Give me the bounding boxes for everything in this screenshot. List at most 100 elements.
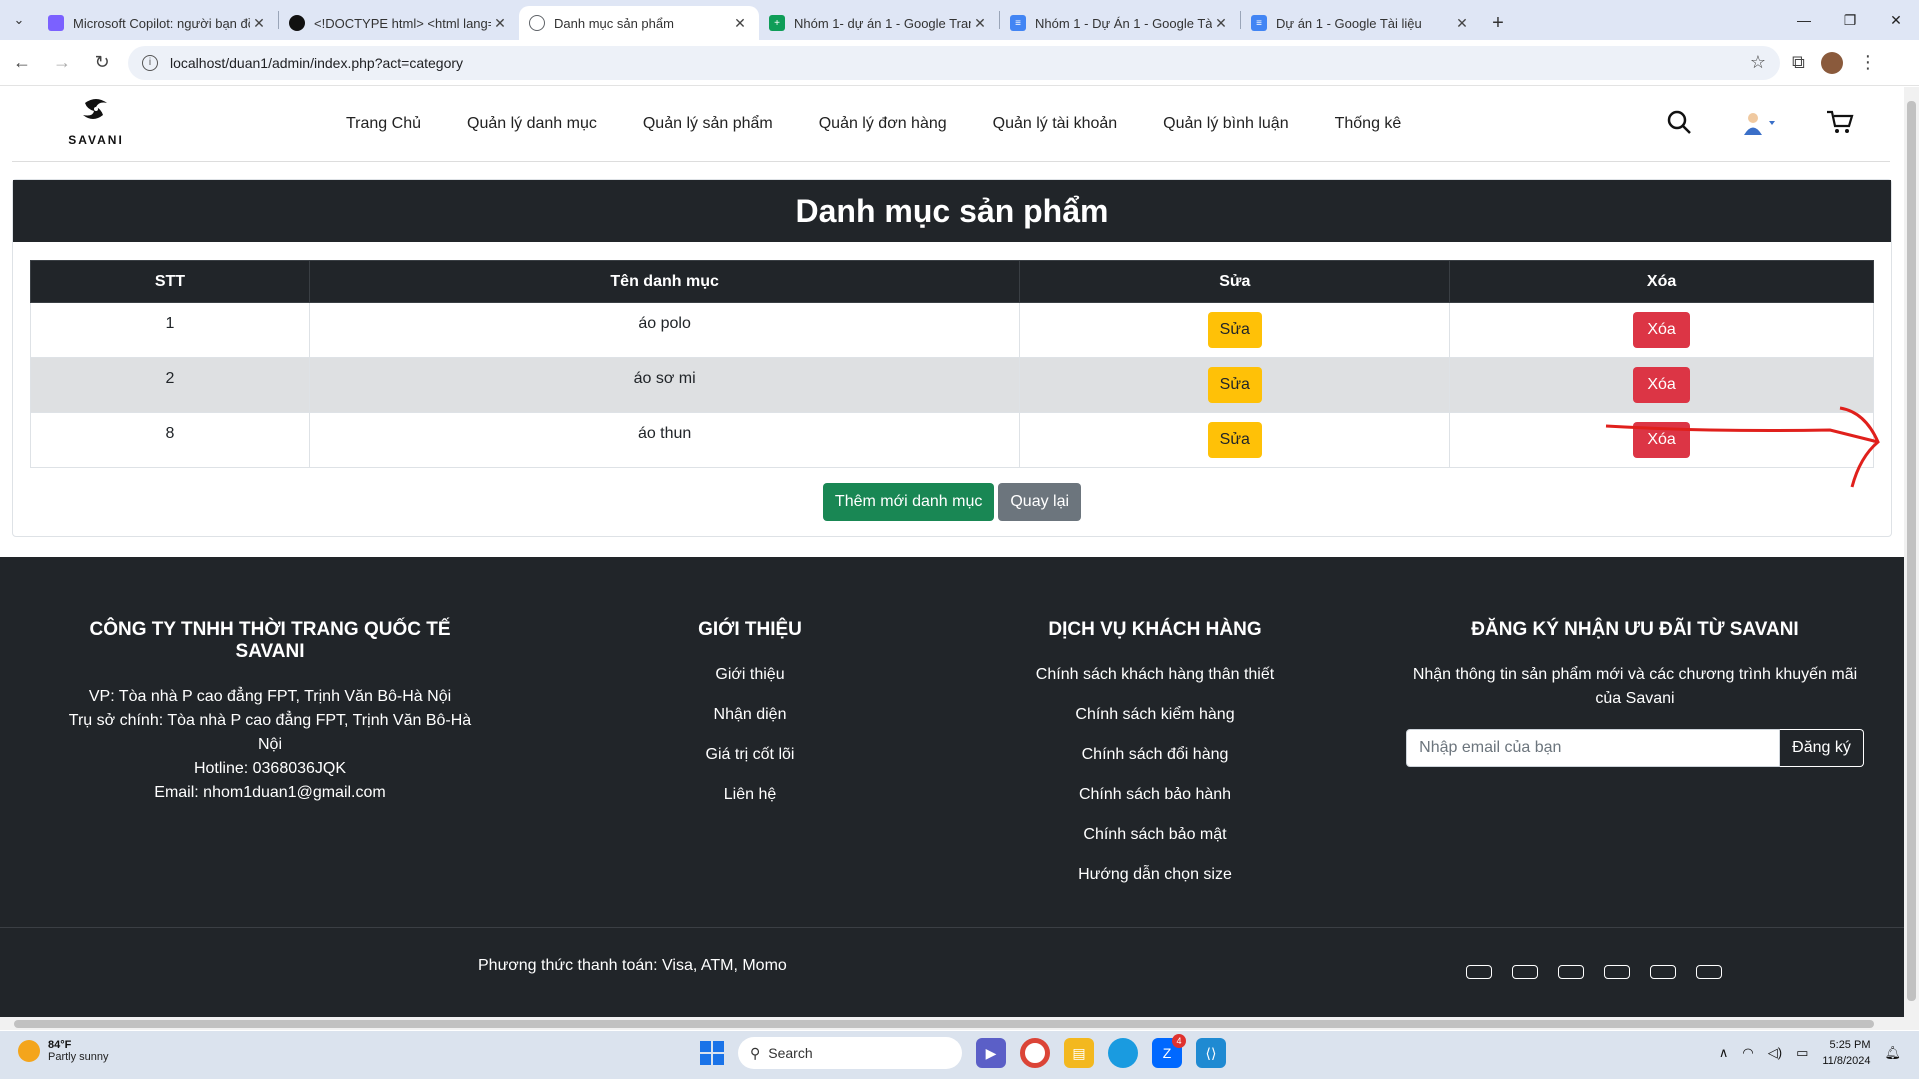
footer-link[interactable]: Nhận diện (650, 703, 850, 727)
browser-tab[interactable]: <!DOCTYPE html> <html lang= ✕ (279, 6, 519, 40)
start-windows-icon[interactable] (700, 1041, 724, 1065)
tab-search-icon[interactable]: ⌄ (0, 0, 38, 40)
email-input[interactable]: Nhập email của bạn (1406, 729, 1781, 767)
browser-tab-active[interactable]: Danh mục sản phẩm ✕ (519, 6, 759, 40)
edit-button[interactable]: Sửa (1207, 367, 1262, 403)
search-icon[interactable] (1666, 109, 1692, 142)
row-name: áo sơ mi (308, 357, 1021, 413)
social-links (1466, 965, 1722, 979)
weather-sun-icon (18, 1040, 40, 1062)
row-stt: 8 (30, 412, 310, 468)
delete-button[interactable]: Xóa (1633, 312, 1690, 348)
back-icon[interactable]: ← (4, 45, 40, 81)
close-tab-icon[interactable]: ✕ (491, 15, 509, 32)
tab-title: Nhóm 1- dự án 1 - Google Tran (794, 15, 971, 31)
footer-divider (0, 927, 1904, 928)
close-window-icon[interactable]: ✕ (1873, 0, 1919, 40)
site-logo[interactable]: SAVANI (56, 97, 136, 147)
footer-link[interactable]: Hướng dẫn chọn size (1010, 863, 1300, 887)
social-icon[interactable] (1466, 965, 1492, 979)
delete-button[interactable]: Xóa (1633, 367, 1690, 403)
docs-favicon-icon: ≡ (1251, 15, 1267, 31)
taskbar-search[interactable]: ⚲ Search (738, 1037, 962, 1069)
browser-tab-bar: ⌄ Microsoft Copilot: người bạn đồ ✕ <!DO… (0, 0, 1919, 40)
edit-button[interactable]: Sửa (1207, 422, 1262, 458)
user-menu-icon[interactable] (1742, 110, 1776, 142)
cart-icon[interactable] (1826, 109, 1854, 142)
minimize-icon[interactable]: — (1781, 0, 1827, 40)
nav-accounts[interactable]: Quản lý tài khoản (993, 115, 1118, 133)
table-row: 1 áo polo Sửa Xóa (30, 302, 1874, 358)
teams-icon[interactable]: ▶ (976, 1038, 1006, 1068)
system-clock[interactable]: 5:25 PM 11/8/2024 (1822, 1037, 1870, 1069)
window-controls: — ❐ ✕ (1781, 0, 1919, 40)
close-tab-icon[interactable]: ✕ (731, 15, 749, 32)
close-tab-icon[interactable]: ✕ (250, 15, 268, 32)
weather-temp: 84°F (48, 1039, 72, 1051)
nav-home[interactable]: Trang Chủ (346, 115, 421, 133)
notification-badge: 4 (1172, 1034, 1186, 1048)
windows-taskbar: 84°F Partly sunny ⚲ Search ▶ ▤ Z4 ⟨⟩ ∧ ◠… (0, 1031, 1919, 1079)
col-name: Tên danh mục (308, 260, 1021, 303)
page-viewport: SAVANI Trang Chủ Quản lý danh mục Quản l… (0, 87, 1904, 1017)
chrome-menu-icon[interactable]: ⋮ (1859, 52, 1877, 73)
wifi-icon[interactable]: ◠ (1742, 1045, 1753, 1061)
header-divider (12, 161, 1890, 162)
browser-tab[interactable]: + Nhóm 1- dự án 1 - Google Tran ✕ (759, 6, 999, 40)
browser-tab[interactable]: ≡ Nhóm 1 - Dự Án 1 - Google Tài ✕ (1000, 6, 1240, 40)
close-tab-icon[interactable]: ✕ (1212, 15, 1230, 32)
site-info-icon[interactable]: i (142, 54, 158, 71)
row-name: áo polo (308, 302, 1021, 358)
footer-link[interactable]: Chính sách khách hàng thân thiết (1010, 663, 1300, 687)
footer-link[interactable]: Liên hệ (650, 783, 850, 807)
social-icon[interactable] (1696, 965, 1722, 979)
add-category-button[interactable]: Thêm mới danh mục (822, 483, 995, 521)
back-button[interactable]: Quay lại (998, 483, 1082, 521)
close-tab-icon[interactable]: ✕ (971, 15, 989, 32)
reload-icon[interactable]: ↻ (84, 45, 120, 81)
battery-icon[interactable]: ▭ (1796, 1045, 1808, 1061)
browser-tab[interactable]: Microsoft Copilot: người bạn đồ ✕ (38, 6, 278, 40)
extensions-icon[interactable]: ⧉ (1792, 52, 1805, 73)
profile-avatar[interactable] (1820, 51, 1843, 74)
subscribe-button[interactable]: Đăng ký (1780, 729, 1864, 767)
file-explorer-icon[interactable]: ▤ (1064, 1038, 1094, 1068)
vertical-scrollbar[interactable] (1904, 87, 1919, 1030)
footer-link[interactable]: Giới thiệu (650, 663, 850, 687)
row-name: áo thun (308, 412, 1021, 468)
footer-subscribe-title: ĐĂNG KÝ NHẬN ƯU ĐÃI TỪ SAVANI (1471, 619, 1799, 640)
new-tab-button[interactable]: + (1481, 6, 1515, 40)
bookmark-star-icon[interactable]: ☆ (1750, 52, 1766, 73)
tray-chevron-icon[interactable]: ∧ (1719, 1045, 1729, 1061)
url-input[interactable]: i localhost/duan1/admin/index.php?act=ca… (128, 45, 1780, 80)
footer-link[interactable]: Chính sách đổi hàng (1010, 743, 1300, 767)
social-icon[interactable] (1604, 965, 1630, 979)
social-icon[interactable] (1512, 965, 1538, 979)
edit-button[interactable]: Sửa (1207, 312, 1262, 348)
social-icon[interactable] (1558, 965, 1584, 979)
restore-icon[interactable]: ❐ (1827, 0, 1873, 40)
notification-bell-icon[interactable]: 🔔︎ (1884, 1045, 1901, 1061)
nav-orders[interactable]: Quản lý đơn hàng (819, 115, 947, 133)
footer-link[interactable]: Chính sách bảo hành (1010, 783, 1300, 807)
forward-icon[interactable]: → (44, 45, 80, 81)
footer-email: Email: nhom1duan1@gmail.com (154, 784, 386, 801)
nav-statistics[interactable]: Thống kê (1335, 115, 1402, 133)
nav-category[interactable]: Quản lý danh mục (467, 115, 597, 133)
footer-link[interactable]: Giá trị cốt lõi (650, 743, 850, 767)
browser-tab[interactable]: ≡ Dự án 1 - Google Tài liệu ✕ (1241, 6, 1481, 40)
nav-comments[interactable]: Quản lý bình luận (1163, 115, 1288, 133)
volume-icon[interactable]: ◁) (1768, 1045, 1782, 1061)
nav-products[interactable]: Quản lý sản phẩm (643, 115, 773, 133)
vscode-icon[interactable]: ⟨⟩ (1196, 1038, 1226, 1068)
chrome-icon[interactable] (1020, 1038, 1050, 1068)
footer-about: GIỚI THIỆU Giới thiệu Nhận diện Giá trị … (650, 619, 850, 823)
social-icon[interactable] (1650, 965, 1676, 979)
edge-icon[interactable] (1108, 1038, 1138, 1068)
horizontal-scrollbar[interactable] (0, 1017, 1904, 1030)
footer-link[interactable]: Chính sách kiểm hàng (1010, 703, 1300, 727)
weather-widget[interactable]: 84°F Partly sunny (18, 1039, 109, 1063)
zalo-icon[interactable]: Z4 (1152, 1034, 1186, 1068)
close-tab-icon[interactable]: ✕ (1453, 15, 1471, 32)
footer-link[interactable]: Chính sách bảo mật (1010, 823, 1300, 847)
